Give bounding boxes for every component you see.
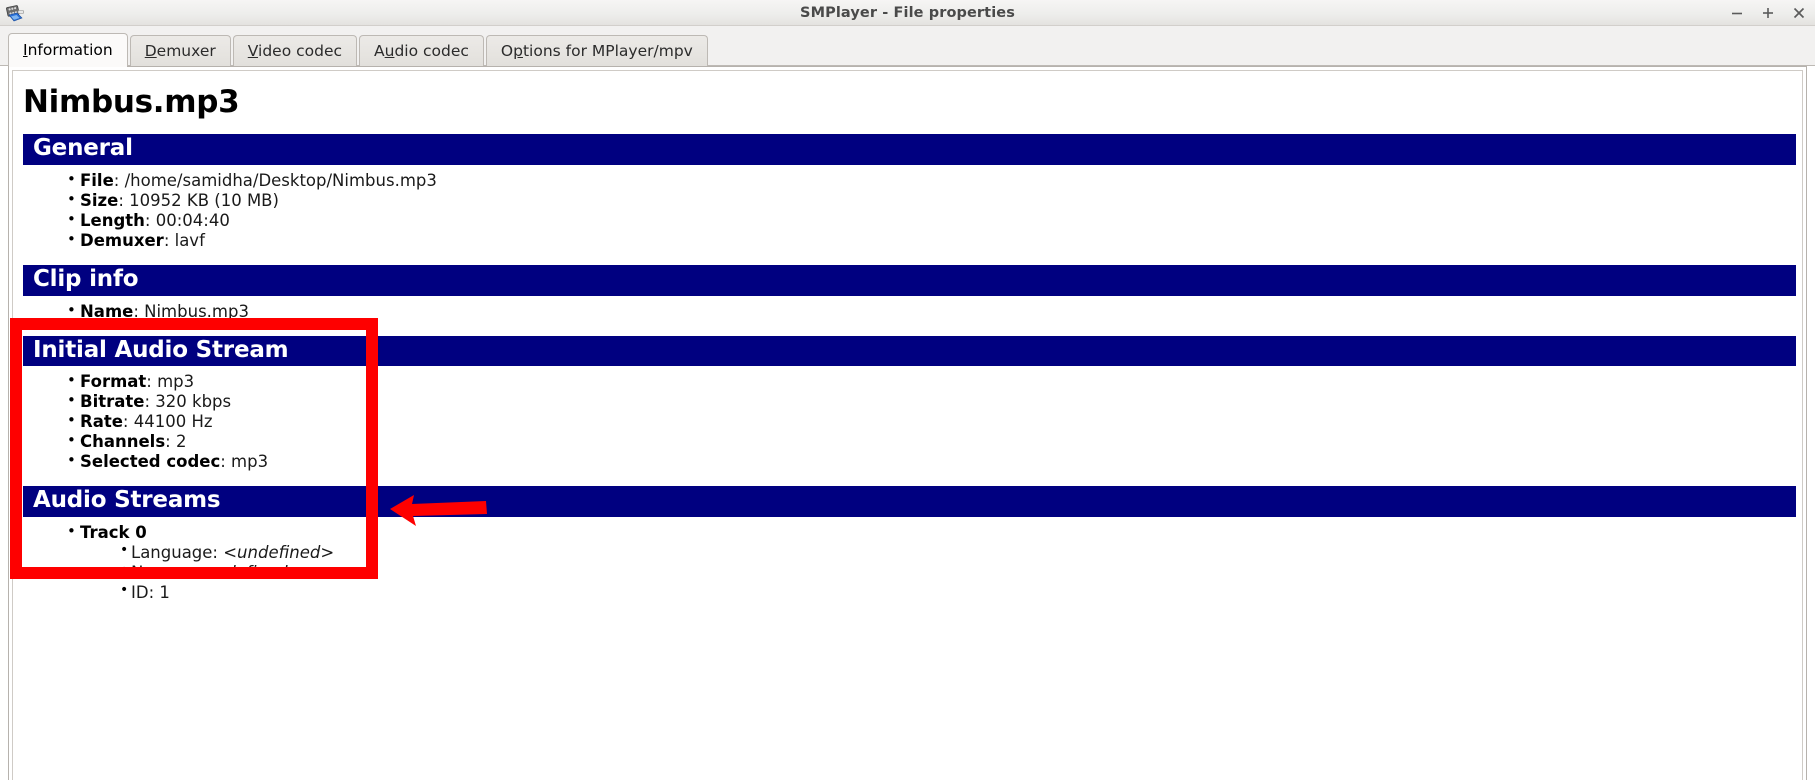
item-value: : mp3 — [220, 452, 269, 472]
item-key: Rate — [80, 412, 123, 432]
section-header-initial-audio-stream: Initial Audio Stream — [23, 335, 1796, 367]
close-icon[interactable] — [1791, 5, 1807, 21]
section-header-clip-info: Clip info — [23, 264, 1796, 296]
item-key: Length — [80, 210, 145, 230]
clip-info-item-list: Name: Nimbus.mp3 — [13, 301, 1802, 322]
item-value: : 44100 Hz — [122, 412, 213, 432]
item-value: : lavf — [163, 230, 205, 250]
general-item-list: File: /home/samidha/Desktop/Nimbus.mp3Si… — [13, 170, 1802, 251]
item-value: : 00:04:40 — [144, 210, 230, 230]
tab-information[interactable]: Information — [8, 33, 128, 67]
item-value: : mp3 — [146, 372, 195, 392]
tab-audio-codec[interactable]: Audio codec — [359, 35, 484, 66]
tab-options-for-mplayer[interactable]: Options for MPlayer/mpv — [485, 35, 708, 66]
window-title: SMPlayer - File properties — [800, 4, 1015, 21]
tab-demuxer[interactable]: Demuxer — [129, 35, 231, 66]
section-header-general: General — [23, 134, 1796, 165]
section-body-audio-streams: Track 0 Language: <undefined>Name: <unde… — [13, 517, 1802, 617]
list-item: Rate: 44100 Hz — [67, 411, 1802, 432]
tab-video-codec-label: Video codec — [247, 42, 343, 60]
track-label: Track 0 — [80, 523, 147, 543]
tab-strip: Information Demuxer Video codec Audio co… — [0, 26, 1815, 67]
audio-streams-track-list: Track 0 Language: <undefined>Name: <unde… — [13, 522, 1802, 603]
list-item: Name: <undefined> — [120, 562, 1802, 583]
minimize-icon[interactable] — [1729, 5, 1745, 21]
item-value: : 10952 KB (10 MB) — [118, 190, 279, 210]
item-value: : /home/samidha/Desktop/Nimbus.mp3 — [113, 170, 437, 190]
maximize-icon[interactable] — [1760, 5, 1776, 21]
tab-video-codec[interactable]: Video codec — [232, 35, 358, 66]
item-value: <undefined> — [190, 563, 302, 583]
tab-options-label: Options for MPlayer/mpv — [500, 42, 693, 60]
item-value: <undefined> — [223, 543, 335, 563]
list-item: Bitrate: 320 kbps — [67, 391, 1802, 412]
initial-audio-stream-item-list: Format: mp3Bitrate: 320 kbpsRate: 44100 … — [13, 371, 1802, 472]
section-header-audio-streams: Audio Streams — [23, 486, 1796, 518]
file-properties-document: Nimbus.mp3 General File: /home/samidha/D… — [13, 71, 1802, 617]
item-value: : 2 — [165, 432, 187, 452]
item-value: : 320 kbps — [144, 392, 232, 412]
section-body-clip-info: Name: Nimbus.mp3 — [13, 296, 1802, 336]
list-item: Size: 10952 KB (10 MB) — [67, 190, 1802, 211]
list-item: Track 0 Language: <undefined>Name: <unde… — [67, 522, 1802, 603]
item-key: ID: — [131, 583, 160, 603]
item-value: 1 — [159, 583, 170, 603]
item-key: Demuxer — [80, 230, 164, 250]
section-body-general: File: /home/samidha/Desktop/Nimbus.mp3Si… — [13, 165, 1802, 265]
page-title: Nimbus.mp3 — [23, 84, 240, 120]
item-key: Language: — [131, 543, 224, 563]
list-item: Demuxer: lavf — [67, 230, 1802, 251]
item-key: Size — [80, 190, 119, 210]
tab-information-label: Information — [23, 41, 113, 59]
item-key: Selected codec — [80, 452, 221, 472]
item-key: File — [80, 170, 114, 190]
list-item: Length: 00:04:40 — [67, 210, 1802, 231]
list-item: Channels: 2 — [67, 431, 1802, 452]
item-key: Channels — [80, 432, 166, 452]
smplayer-film-icon — [4, 2, 26, 24]
window-controls — [1729, 0, 1807, 26]
list-item: Selected codec: mp3 — [67, 451, 1802, 472]
list-item: Name: Nimbus.mp3 — [67, 301, 1802, 322]
properties-scroll-area[interactable]: Nimbus.mp3 General File: /home/samidha/D… — [12, 70, 1803, 780]
list-item: File: /home/samidha/Desktop/Nimbus.mp3 — [67, 170, 1802, 191]
tab-audio-codec-label: Audio codec — [374, 42, 469, 60]
window-titlebar: SMPlayer - File properties — [0, 0, 1815, 26]
list-item: Format: mp3 — [67, 371, 1802, 392]
track-detail-list: Language: <undefined>Name: <undefined>ID… — [80, 542, 1802, 603]
item-key: Name: — [131, 563, 191, 583]
list-item: Language: <undefined> — [120, 542, 1802, 563]
item-key: Bitrate — [80, 392, 145, 412]
item-value: : Nimbus.mp3 — [133, 301, 249, 321]
tab-demuxer-label: Demuxer — [144, 42, 216, 60]
section-body-initial-audio-stream: Format: mp3Bitrate: 320 kbpsRate: 44100 … — [13, 366, 1802, 486]
list-item: ID: 1 — [120, 582, 1802, 603]
item-key: Name — [80, 301, 134, 321]
properties-content-frame: Nimbus.mp3 General File: /home/samidha/D… — [8, 66, 1807, 780]
item-key: Format — [80, 372, 147, 392]
